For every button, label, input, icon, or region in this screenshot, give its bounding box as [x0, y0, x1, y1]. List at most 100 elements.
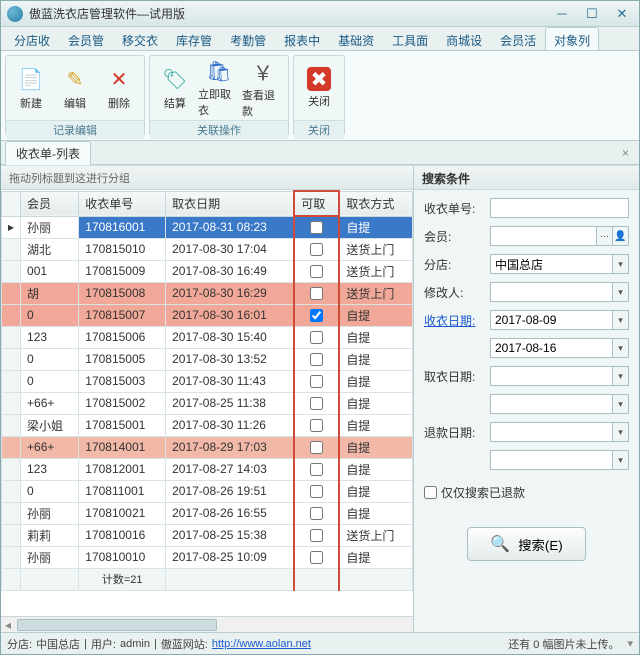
checkbox-cell[interactable] [294, 238, 339, 260]
member-card-icon[interactable]: 👤 [613, 226, 629, 246]
row-checkbox[interactable] [310, 353, 323, 366]
ribbon-编辑-button[interactable]: ✎编辑 [54, 58, 96, 118]
table-row[interactable]: 01708150072017-08-30 16:01自提 [2, 304, 413, 326]
ribbon-删除-button[interactable]: ✕删除 [98, 58, 140, 118]
chevron-down-icon[interactable]: ▾ [613, 310, 629, 330]
menu-item[interactable]: 基础资 [329, 27, 383, 50]
recv-date-to[interactable] [490, 338, 613, 358]
table-row[interactable]: 01708110012017-08-26 19:51自提 [2, 480, 413, 502]
column-header[interactable]: 取衣日期 [166, 191, 295, 216]
checkbox-cell[interactable] [294, 458, 339, 480]
checkbox-cell[interactable] [294, 480, 339, 502]
row-checkbox[interactable] [310, 529, 323, 542]
table-row[interactable]: ▸孙丽1708160012017-08-31 08:23自提 [2, 216, 413, 238]
minimize-button[interactable]: ─ [551, 6, 573, 22]
menu-item[interactable]: 移交衣 [113, 27, 167, 50]
checkbox-cell[interactable] [294, 260, 339, 282]
column-header[interactable]: 取衣方式 [339, 191, 412, 216]
menu-item[interactable]: 商城设 [437, 27, 491, 50]
checkbox-cell[interactable] [294, 216, 339, 238]
checkbox-cell[interactable] [294, 370, 339, 392]
column-header[interactable]: 可取 [294, 191, 339, 216]
pick-date-from[interactable] [490, 366, 613, 386]
row-checkbox[interactable] [310, 463, 323, 476]
table-row[interactable]: 梁小姐1708150012017-08-30 11:26自提 [2, 414, 413, 436]
maximize-button[interactable]: ☐ [581, 6, 603, 22]
table-row[interactable]: 1231708120012017-08-27 14:03自提 [2, 458, 413, 480]
checkbox-cell[interactable] [294, 304, 339, 326]
recv-date-from[interactable] [490, 310, 613, 330]
ribbon-查看退款-button[interactable]: ￥查看退款 [242, 58, 284, 118]
chevron-down-icon[interactable]: ▾ [613, 338, 629, 358]
only-refund-checkbox[interactable] [424, 486, 437, 499]
row-checkbox[interactable] [310, 331, 323, 344]
row-checkbox[interactable] [310, 485, 323, 498]
pick-date-to[interactable] [490, 394, 613, 414]
menu-item[interactable]: 分店收 [5, 27, 59, 50]
refund-date-from[interactable] [490, 422, 613, 442]
modifier-select[interactable] [490, 282, 613, 302]
chevron-down-icon[interactable]: ▾ [613, 450, 629, 470]
row-checkbox[interactable] [310, 309, 323, 322]
checkbox-cell[interactable] [294, 326, 339, 348]
table-row[interactable]: 孙丽1708100212017-08-26 16:55自提 [2, 502, 413, 524]
scrollbar-thumb[interactable] [17, 619, 217, 631]
chevron-down-icon[interactable]: ▾ [613, 422, 629, 442]
data-grid[interactable]: 会员收衣单号取衣日期可取取衣方式▸孙丽1708160012017-08-31 0… [1, 190, 413, 616]
menu-item[interactable]: 会员管 [59, 27, 113, 50]
checkbox-cell[interactable] [294, 282, 339, 304]
refund-date-to[interactable] [490, 450, 613, 470]
chevron-down-icon[interactable]: ▾ [613, 366, 629, 386]
ribbon-新建-button[interactable]: 📄新建 [10, 58, 52, 118]
row-checkbox[interactable] [310, 265, 323, 278]
column-header[interactable]: 会员 [21, 191, 79, 216]
search-button[interactable]: 🔍 搜索(E) [467, 527, 585, 561]
checkbox-cell[interactable] [294, 392, 339, 414]
table-row[interactable]: 0011708150092017-08-30 16:49送货上门 [2, 260, 413, 282]
row-checkbox[interactable] [310, 287, 323, 300]
row-checkbox[interactable] [310, 375, 323, 388]
tab-close-icon[interactable]: × [616, 146, 635, 160]
checkbox-cell[interactable] [294, 436, 339, 458]
tab-order-list[interactable]: 收衣单-列表 [5, 141, 91, 165]
menu-item[interactable]: 库存管 [167, 27, 221, 50]
table-row[interactable]: 胡1708150082017-08-30 16:29送货上门 [2, 282, 413, 304]
ribbon-立即取衣-button[interactable]: 🛍立即取衣 [198, 58, 240, 118]
table-row[interactable]: +66+1708150022017-08-25 11:38自提 [2, 392, 413, 414]
menu-item[interactable]: 会员活 [491, 27, 545, 50]
menu-item[interactable]: 对象列 [545, 27, 599, 50]
column-header[interactable]: 收衣单号 [79, 191, 166, 216]
close-button[interactable]: ✕ [611, 6, 633, 22]
recv-date-label[interactable]: 收衣日期: [424, 312, 484, 329]
chevron-down-icon[interactable]: ▾ [613, 394, 629, 414]
table-row[interactable]: 孙丽1708100102017-08-25 10:09自提 [2, 546, 413, 568]
horizontal-scrollbar[interactable]: ◂ [1, 616, 413, 632]
table-row[interactable]: 01708150052017-08-30 13:52自提 [2, 348, 413, 370]
row-checkbox[interactable] [310, 419, 323, 432]
row-checkbox[interactable] [310, 397, 323, 410]
member-input[interactable] [490, 226, 597, 246]
checkbox-cell[interactable] [294, 502, 339, 524]
chevron-down-icon[interactable]: ▾ [613, 282, 629, 302]
checkbox-cell[interactable] [294, 348, 339, 370]
row-checkbox[interactable] [310, 441, 323, 454]
row-checkbox[interactable] [310, 221, 323, 234]
chevron-down-icon[interactable]: ▾ [613, 254, 629, 274]
checkbox-cell[interactable] [294, 546, 339, 568]
row-checkbox[interactable] [310, 551, 323, 564]
table-row[interactable]: 莉莉1708100162017-08-25 15:38送货上门 [2, 524, 413, 546]
order-input[interactable] [490, 198, 629, 218]
table-row[interactable]: 01708150032017-08-30 11:43自提 [2, 370, 413, 392]
table-row[interactable]: +66+1708140012017-08-29 17:03自提 [2, 436, 413, 458]
member-lookup-icon[interactable]: ⋯ [597, 226, 613, 246]
row-checkbox[interactable] [310, 243, 323, 256]
menu-item[interactable]: 工具面 [383, 27, 437, 50]
table-row[interactable]: 湖北1708150102017-08-30 17:04送货上门 [2, 238, 413, 260]
table-row[interactable]: 1231708150062017-08-30 15:40自提 [2, 326, 413, 348]
row-checkbox[interactable] [310, 507, 323, 520]
checkbox-cell[interactable] [294, 524, 339, 546]
checkbox-cell[interactable] [294, 414, 339, 436]
ribbon-关闭-button[interactable]: ✖关闭 [298, 58, 340, 118]
status-site-link[interactable]: http://www.aolan.net [212, 638, 311, 650]
store-select[interactable] [490, 254, 613, 274]
